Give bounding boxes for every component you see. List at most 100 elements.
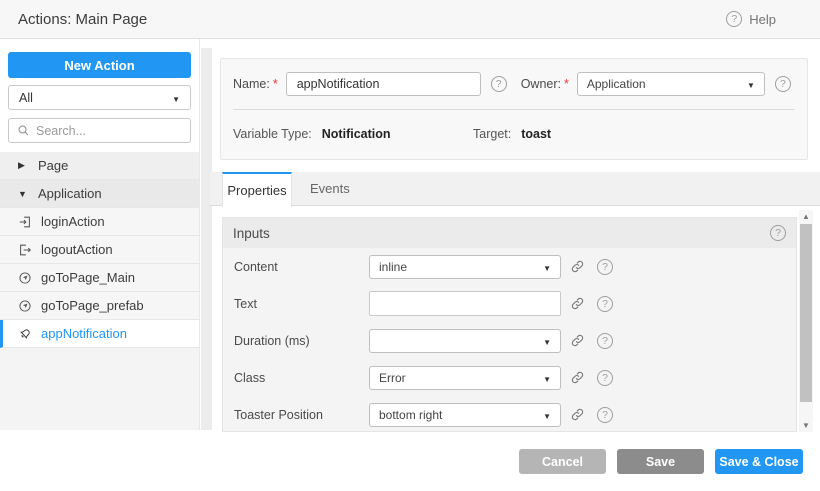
property-help-icon[interactable]	[597, 259, 613, 275]
sidebar-filler	[0, 348, 199, 430]
detail-tabbar: Properties Events	[210, 172, 820, 206]
tab-properties[interactable]: Properties	[222, 172, 292, 207]
property-help-icon[interactable]	[597, 407, 613, 423]
goto-page-icon	[18, 271, 32, 285]
property-help-icon[interactable]	[597, 370, 613, 386]
action-filter-value: All	[19, 91, 33, 105]
page-title: Actions: Main Page	[18, 11, 147, 28]
text-input[interactable]	[369, 291, 561, 316]
property-row: Text	[223, 285, 796, 322]
duration-ms-select[interactable]	[369, 329, 561, 353]
help-label: Help	[749, 12, 776, 27]
vertical-scrollbar	[799, 210, 813, 432]
duration-ms-label: Duration (ms)	[234, 334, 369, 348]
target-group: Target: toast	[473, 127, 713, 141]
property-help-icon[interactable]	[597, 296, 613, 312]
property-row: Duration (ms)	[223, 322, 796, 359]
scroll-down-icon[interactable]	[799, 419, 813, 432]
login-icon	[18, 215, 32, 229]
search-icon	[17, 124, 30, 137]
variable-type-value: Notification	[322, 127, 391, 141]
chevron-expanded-icon: ▼	[18, 189, 29, 199]
action-search	[8, 118, 191, 143]
chevron-down-icon	[543, 408, 551, 422]
bind-link-icon[interactable]	[570, 407, 585, 422]
chevron-down-icon	[747, 77, 755, 91]
name-field[interactable]	[286, 72, 481, 96]
property-row: Class Error	[223, 359, 796, 396]
required-marker: *	[273, 77, 278, 91]
chevron-down-icon	[543, 334, 551, 348]
dialog-header: Actions: Main Page Help	[0, 0, 820, 39]
logout-icon	[18, 243, 32, 257]
target-value: toast	[521, 127, 551, 141]
notification-icon	[18, 327, 32, 341]
scrollbar-thumb[interactable]	[800, 224, 812, 402]
tab-events[interactable]: Events	[292, 172, 368, 205]
help-button[interactable]: Help	[726, 11, 776, 27]
sidebar-gutter	[201, 48, 212, 430]
tree-item-label: Page	[38, 158, 68, 173]
content-select[interactable]: inline	[369, 255, 561, 279]
property-row: Toaster Position bottom right	[223, 396, 796, 433]
inputs-header: Inputs	[223, 218, 796, 248]
owner-label: Owner:*	[521, 77, 569, 91]
class-select[interactable]: Error	[369, 366, 561, 390]
property-help-icon[interactable]	[597, 333, 613, 349]
variable-type-label: Variable Type:	[233, 127, 312, 141]
tree-item-label: goToPage_prefab	[41, 298, 144, 313]
bind-link-icon[interactable]	[570, 296, 585, 311]
tree-item-label: appNotification	[41, 326, 127, 341]
goto-page-icon	[18, 299, 32, 313]
required-marker: *	[564, 77, 569, 91]
new-action-button[interactable]: New Action	[8, 52, 191, 78]
inputs-body: Content inline Text Duration (ms) Class	[223, 248, 796, 433]
action-filter-select[interactable]: All	[8, 85, 191, 110]
action-tree: ▶ Page ▼ Application loginAction logoutA…	[0, 152, 199, 348]
owner-value: Application	[587, 77, 646, 91]
bind-link-icon[interactable]	[570, 259, 585, 274]
action-detail-panel: Name:* Owner:* Application Variable Type…	[220, 58, 808, 160]
tree-item-label: loginAction	[41, 214, 105, 229]
toaster-position-label: Toaster Position	[234, 408, 369, 422]
tree-item-appnotification[interactable]: appNotification	[0, 320, 199, 348]
tree-item-loginaction[interactable]: loginAction	[0, 208, 199, 236]
chevron-down-icon	[543, 260, 551, 274]
variable-type-group: Variable Type: Notification	[233, 127, 473, 141]
tree-item-label: logoutAction	[41, 242, 113, 257]
tree-item-gotopage-main[interactable]: goToPage_Main	[0, 264, 199, 292]
chevron-down-icon	[543, 371, 551, 385]
save-and-close-button[interactable]: Save & Close	[715, 449, 803, 474]
chevron-collapsed-icon: ▶	[18, 160, 29, 171]
type-target-row: Variable Type: Notification Target: toas…	[221, 110, 807, 141]
name-label: Name:*	[233, 77, 278, 91]
name-help-icon[interactable]	[491, 76, 507, 92]
actions-dialog: Actions: Main Page Help New Action All ▶…	[0, 0, 820, 491]
tree-item-label: Application	[38, 186, 102, 201]
text-label: Text	[234, 297, 369, 311]
cancel-button[interactable]: Cancel	[519, 449, 606, 474]
bind-link-icon[interactable]	[570, 333, 585, 348]
inputs-help-icon[interactable]	[770, 225, 786, 241]
owner-help-icon[interactable]	[775, 76, 791, 92]
owner-select[interactable]: Application	[577, 72, 765, 96]
scroll-up-icon[interactable]	[799, 210, 813, 223]
inputs-panel: Inputs Content inline Text Duration (ms)	[222, 217, 797, 432]
class-label: Class	[234, 371, 369, 385]
search-input[interactable]	[36, 124, 182, 138]
bind-link-icon[interactable]	[570, 370, 585, 385]
owner-group: Owner:* Application	[521, 72, 791, 96]
save-button[interactable]: Save	[617, 449, 704, 474]
toaster-position-select[interactable]: bottom right	[369, 403, 561, 427]
toaster-position-value: bottom right	[379, 408, 442, 422]
content-label: Content	[234, 260, 369, 274]
tree-item-logoutaction[interactable]: logoutAction	[0, 236, 199, 264]
actions-sidebar: New Action All ▶ Page ▼ Application logi…	[0, 39, 200, 430]
inputs-title: Inputs	[233, 226, 270, 241]
tree-item-application[interactable]: ▼ Application	[0, 180, 199, 208]
tree-item-gotopage-prefab[interactable]: goToPage_prefab	[0, 292, 199, 320]
class-value: Error	[379, 371, 406, 385]
help-icon	[726, 11, 742, 27]
tree-item-page[interactable]: ▶ Page	[0, 152, 199, 180]
content-value: inline	[379, 260, 407, 274]
